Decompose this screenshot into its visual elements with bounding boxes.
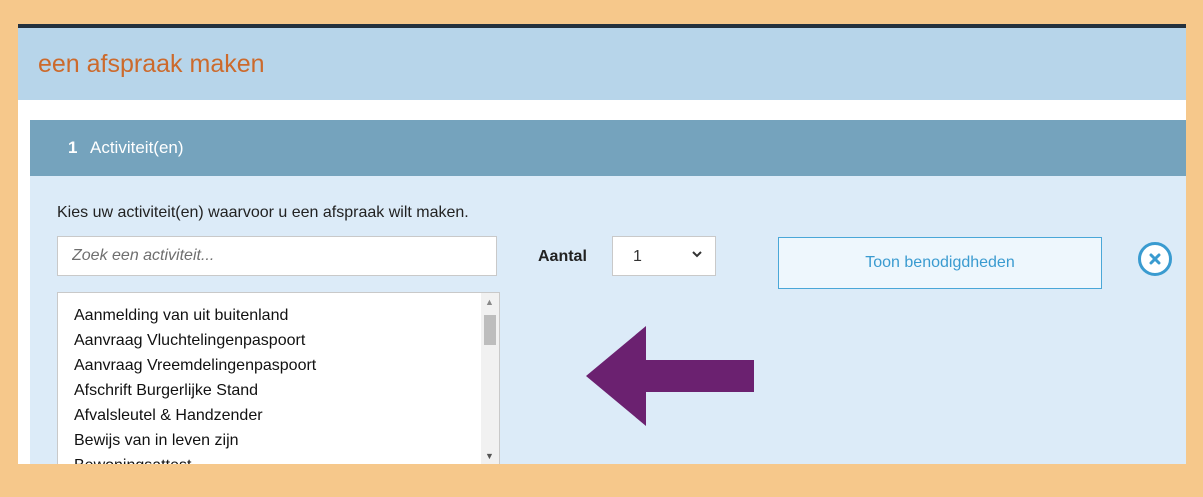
activity-search-input[interactable] [57, 236, 497, 276]
appointment-panel: een afspraak maken 1 Activiteit(en) Kies… [18, 24, 1186, 464]
section-header-activities[interactable]: 1 Activiteit(en) [30, 120, 1186, 176]
left-arrow-icon [586, 326, 754, 426]
list-item[interactable]: Afschrift Burgerlijke Stand [74, 378, 316, 403]
list-item[interactable]: Aanvraag Vreemdelingenpaspoort [74, 353, 316, 378]
page-header: een afspraak maken [18, 28, 1186, 100]
close-circle-icon[interactable] [1138, 242, 1172, 276]
activity-listbox[interactable]: Aanmelding van uit buitenland Aanvraag Vl… [57, 292, 500, 464]
page-title: een afspraak maken [38, 50, 265, 78]
list-item[interactable]: Bewijs van in leven zijn [74, 428, 316, 453]
aantal-selected-value: 1 [633, 248, 642, 265]
toon-benodigdheden-button[interactable]: Toon benodigdheden [778, 237, 1102, 289]
scroll-down-icon[interactable]: ▼ [485, 451, 494, 461]
listbox-scrollbar[interactable]: ▲ ▼ [481, 293, 499, 464]
chevron-down-icon [691, 247, 703, 265]
scroll-up-icon[interactable]: ▲ [485, 297, 494, 307]
scroll-thumb[interactable] [484, 315, 496, 345]
aantal-label: Aantal [538, 248, 587, 265]
activities-content: Kies uw activiteit(en) waarvoor u een af… [30, 176, 1186, 464]
activity-list: Aanmelding van uit buitenland Aanvraag Vl… [74, 303, 316, 464]
aantal-select[interactable]: 1 [612, 236, 716, 276]
list-item[interactable]: Bewoningsattest [74, 453, 316, 464]
list-item[interactable]: Aanmelding van uit buitenland [74, 303, 316, 328]
list-item[interactable]: Afvalsleutel & Handzender [74, 403, 316, 428]
step-label: Activiteit(en) [90, 138, 184, 157]
instruction-text: Kies uw activiteit(en) waarvoor u een af… [57, 204, 469, 221]
list-item[interactable]: Aanvraag Vluchtelingenpaspoort [74, 328, 316, 353]
step-number: 1 [68, 138, 78, 157]
